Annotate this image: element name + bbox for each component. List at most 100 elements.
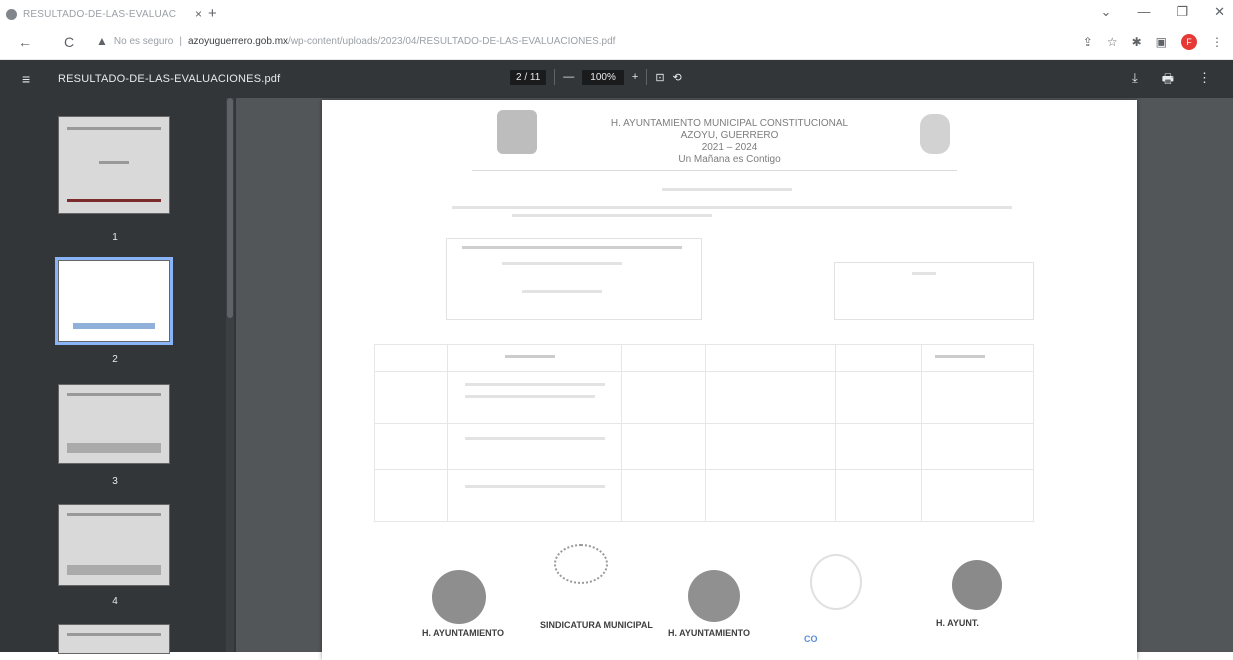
globe-icon (6, 8, 17, 20)
thumbnail-page-number: 2 (112, 354, 118, 365)
stamp-label: H. AYUNTAMIENTO (668, 628, 751, 638)
page-thumbnail[interactable] (58, 624, 170, 654)
sidepanel-icon[interactable]: ▣ (1156, 35, 1167, 49)
faded-stamp-icon (810, 554, 862, 610)
page-thumbnail[interactable] (58, 504, 170, 586)
window-controls: ⌄ — ❐ ✕ (1101, 4, 1225, 20)
pdf-file-name: RESULTADO-DE-LAS-EVALUACIONES.pdf (58, 73, 281, 85)
pdf-toolbar: ≡ RESULTADO-DE-LAS-EVALUACIONES.pdf 2 / … (0, 60, 1233, 98)
menu-icon[interactable]: ≡ (22, 71, 30, 87)
restore-icon[interactable]: ❐ (1176, 4, 1188, 20)
address-bar: ← C ▲ No es seguro | azoyuguerrero.gob.m… (0, 26, 1233, 60)
more-options-icon[interactable]: ⋮ (1198, 70, 1211, 92)
thumb-line (67, 565, 161, 575)
page-controls: 2 / 11 — 100% + ⊡ ⟲ (510, 69, 682, 85)
faint-text (465, 383, 605, 386)
page-thumbnail[interactable] (58, 384, 170, 464)
security-label: No es seguro (113, 35, 174, 47)
official-stamp-icon (952, 560, 1002, 610)
thumb-line (67, 393, 161, 396)
table-row-line (375, 371, 1033, 372)
current-page: 2 (516, 71, 522, 83)
signature-scribble-icon (554, 544, 608, 584)
fit-page-icon[interactable]: ⊡ (655, 71, 664, 84)
tab-close-button[interactable]: × (195, 7, 202, 21)
stamp-label: SINDICATURA MUNICIPAL (540, 620, 653, 630)
url-path: /wp-content/uploads/2023/04/RESULTADO-DE… (288, 35, 616, 47)
minimize-button[interactable]: — (1137, 4, 1150, 20)
stamp-label: H. AYUNTAMIENTO (422, 628, 505, 638)
doc-header-line2: AZOYU, GUERRERO (680, 130, 779, 141)
browser-tab-strip: RESULTADO-DE-LAS-EVALUAC × + ⌄ — ❐ ✕ (0, 0, 1233, 26)
page-separator: / (524, 71, 528, 83)
zoom-input[interactable]: 100% (582, 69, 624, 85)
thumb-line (67, 199, 161, 202)
address-actions: ⇪ ☆ ✱ ▣ F ⋮ (1083, 34, 1223, 50)
thumb-line (67, 633, 161, 636)
chevron-down-icon[interactable]: ⌄ (1101, 4, 1112, 20)
tab-title: RESULTADO-DE-LAS-EVALUAC (23, 8, 177, 20)
faint-text (522, 290, 602, 293)
faint-text (465, 395, 595, 398)
toolbar-divider (554, 69, 556, 85)
thumbnail-page-number: 4 (112, 596, 118, 607)
faint-evaluation-table (374, 344, 1034, 522)
close-window-button[interactable]: ✕ (1214, 4, 1225, 20)
table-row-line (375, 469, 1033, 470)
url-field[interactable]: ▲ No es seguro | azoyuguerrero.gob.mx/wp… (96, 34, 615, 48)
thumb-line (67, 443, 161, 453)
faint-text (465, 485, 605, 488)
thumbnail-page-number: 3 (112, 476, 118, 487)
faint-text (505, 355, 555, 358)
profile-avatar[interactable]: F (1181, 34, 1197, 50)
browser-tab[interactable]: RESULTADO-DE-LAS-EVALUAC × (6, 4, 202, 24)
thumb-line (67, 513, 161, 516)
zoom-in-button[interactable]: + (632, 71, 638, 83)
official-stamp-icon (688, 570, 740, 622)
official-stamp-icon (432, 570, 486, 624)
faint-text (465, 437, 605, 440)
pdf-page: H. AYUNTAMIENTO MUNICIPAL CONSTITUCIONAL… (322, 100, 1137, 660)
reload-button[interactable]: C (64, 34, 74, 50)
page-thumbnail-selected[interactable] (55, 257, 173, 345)
new-tab-button[interactable]: + (208, 5, 217, 22)
faint-text (912, 272, 936, 275)
doc-header-line1: H. AYUNTAMIENTO MUNICIPAL CONSTITUCIONAL (610, 118, 849, 129)
total-pages: 11 (529, 71, 541, 83)
header-rule (472, 170, 957, 171)
zoom-out-button[interactable]: — (563, 71, 574, 83)
bookmark-star-icon[interactable]: ☆ (1107, 35, 1118, 49)
thumbnail-page-number: 1 (112, 232, 118, 243)
warning-icon[interactable]: ▲ (96, 34, 108, 48)
print-icon[interactable]: 🖶 (1162, 70, 1174, 92)
faint-text (512, 214, 712, 217)
sidebar-scroll-thumb[interactable] (227, 98, 233, 318)
extensions-icon[interactable]: ✱ (1132, 35, 1142, 49)
pdf-actions: ⤓ 🖶 ⋮ (1132, 70, 1211, 92)
url-divider: | (179, 35, 182, 47)
pdf-viewer: ≡ RESULTADO-DE-LAS-EVALUACIONES.pdf 2 / … (0, 60, 1233, 660)
stamp-label: H. AYUNT. (936, 618, 979, 628)
stamp-label: CO (804, 634, 818, 644)
faint-table-box (446, 238, 702, 320)
doc-header-line4: Un Mañana es Contigo (678, 154, 781, 165)
faint-heading (662, 188, 792, 191)
page-number-input[interactable]: 2 / 11 (510, 69, 547, 85)
faint-text (935, 355, 985, 358)
faint-text (452, 206, 1012, 209)
page-thumbnail[interactable] (58, 116, 170, 214)
rotate-icon[interactable]: ⟲ (673, 71, 682, 84)
table-row-line (375, 423, 1033, 424)
thumb-line (73, 323, 155, 329)
toolbar-divider (646, 69, 648, 85)
thumb-line (99, 161, 129, 164)
share-icon[interactable]: ⇪ (1083, 35, 1093, 49)
url-host: azoyuguerrero.gob.mx (187, 35, 289, 47)
doc-header-line3: 2021 – 2024 (701, 142, 758, 153)
faint-table-box (834, 262, 1034, 320)
back-button[interactable]: ← (18, 34, 32, 50)
faint-text (462, 246, 682, 249)
thumb-line (67, 127, 161, 130)
browser-menu-icon[interactable]: ⋮ (1211, 35, 1223, 49)
download-icon[interactable]: ⤓ (1132, 70, 1138, 92)
